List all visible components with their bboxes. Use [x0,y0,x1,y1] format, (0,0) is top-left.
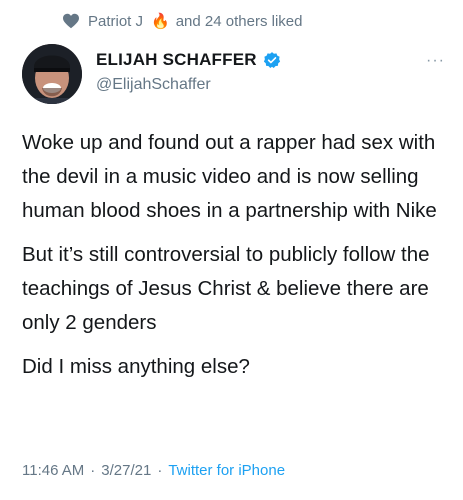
fire-emoji-icon: 🔥 [151,12,170,30]
meta-separator: · [90,462,96,479]
meta-separator: · [157,462,163,479]
tweet-paragraph: Woke up and found out a rapper had sex w… [22,131,437,222]
avatar[interactable] [22,44,82,104]
source-link[interactable]: Twitter for iPhone [168,462,285,479]
tweet-time[interactable]: 11:46 AM [22,462,84,479]
tweet-date[interactable]: 3/27/21 [101,462,151,479]
author-names: ELIJAH SCHAFFER @ElijahSchaffer [96,50,281,94]
more-options-icon[interactable]: ··· [426,52,445,70]
tweet-meta: 11:46 AM · 3/27/21 · Twitter for iPhone [22,462,285,479]
display-name-row: ELIJAH SCHAFFER [96,50,281,70]
tweet-paragraph: But it’s still controversial to publicly… [22,243,430,334]
social-context-bar: Patriot J 🔥 and 24 others liked [62,9,302,33]
display-name[interactable]: ELIJAH SCHAFFER [96,50,257,70]
avatar-photo-icon [22,44,82,104]
heart-icon [63,13,79,29]
tweet-text: Woke up and found out a rapper had sex w… [22,126,442,394]
tweet-header: ELIJAH SCHAFFER @ElijahSchaffer ··· [22,44,451,108]
others-liked-text[interactable]: and 24 others liked [176,13,303,30]
liker-name[interactable]: Patriot J [88,13,143,30]
tweet-paragraph: Did I miss anything else? [22,355,250,378]
handle[interactable]: @ElijahSchaffer [96,76,281,94]
verified-badge-icon [263,52,280,68]
